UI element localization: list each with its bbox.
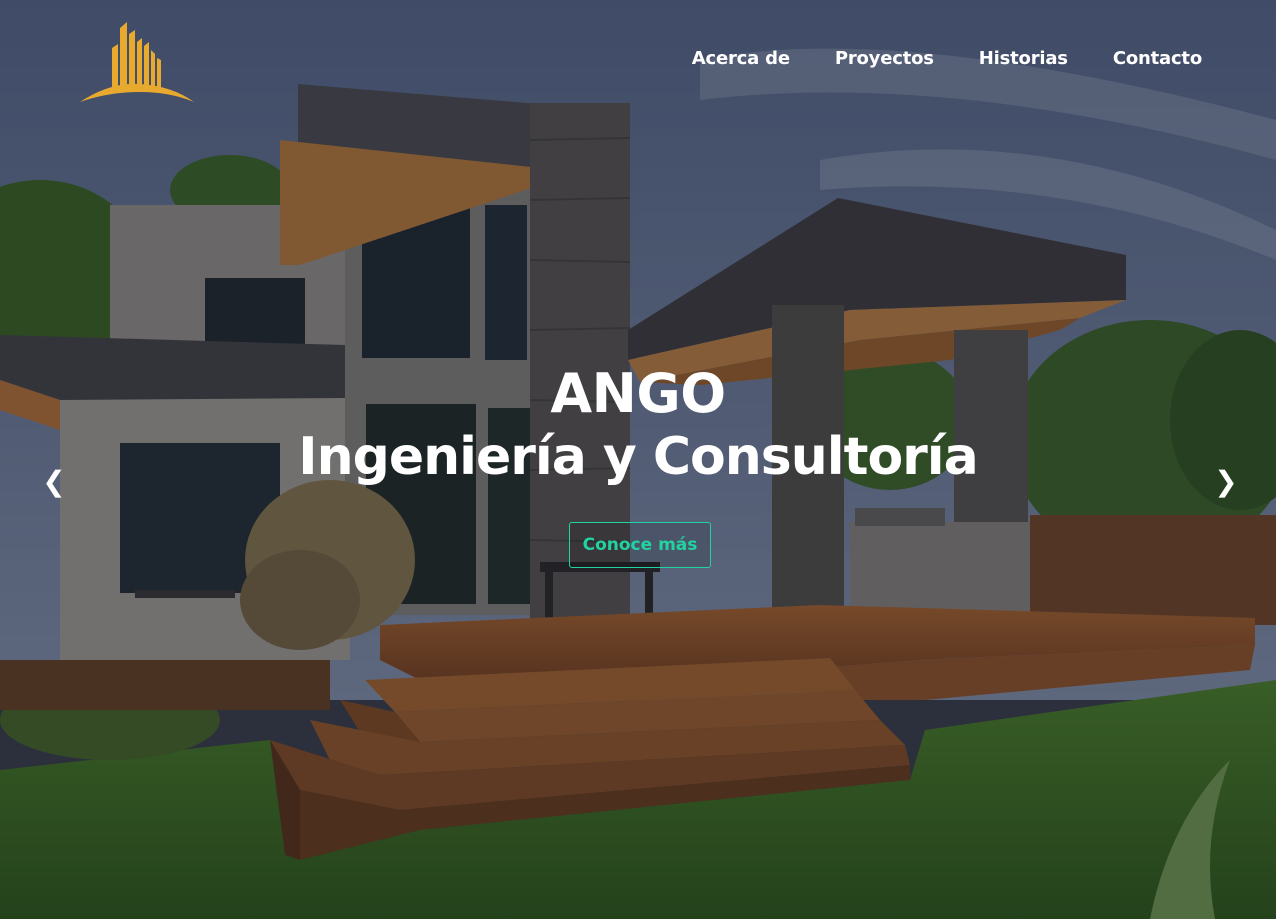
building-skyline-logo[interactable] — [80, 20, 194, 104]
conoce-mas-button[interactable]: Conoce más — [569, 522, 711, 568]
hero-title: ANGO Ingeniería y Consultoría — [0, 362, 1276, 488]
hero-title-tagline: Ingeniería y Consultoría — [298, 427, 978, 487]
hero-title-brand: ANGO — [550, 362, 726, 425]
chevron-right-icon[interactable]: ❯ — [1212, 462, 1240, 502]
nav-link-acerca-de[interactable]: Acerca de — [692, 48, 790, 69]
nav-link-contacto[interactable]: Contacto — [1113, 48, 1202, 69]
nav-link-historias[interactable]: Historias — [979, 48, 1068, 69]
hero-section: Acerca de Proyectos Historias Contacto A… — [0, 0, 1276, 919]
main-nav: Acerca de Proyectos Historias Contacto — [647, 48, 1202, 69]
chevron-left-icon[interactable]: ❮ — [40, 462, 68, 502]
nav-link-proyectos[interactable]: Proyectos — [835, 48, 934, 69]
